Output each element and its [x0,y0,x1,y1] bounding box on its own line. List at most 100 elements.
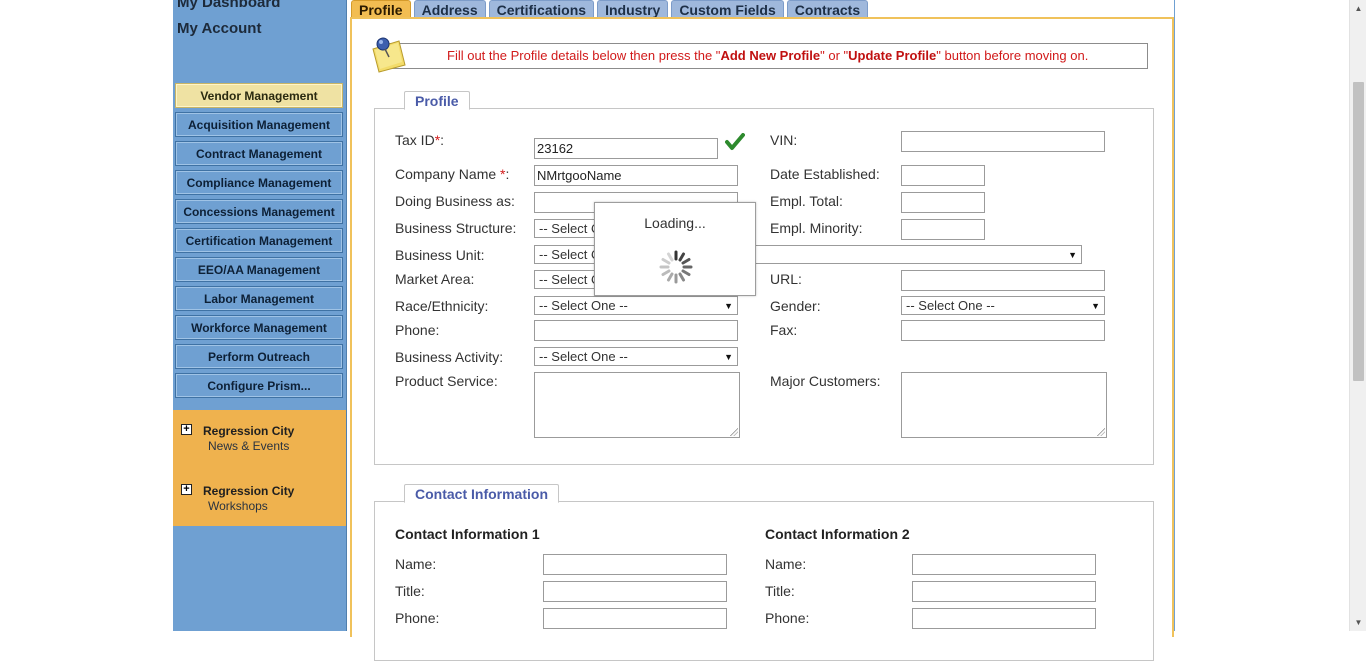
date-established-label: Date Established: [770,166,880,182]
business-activity-select[interactable]: -- Select One -- ▼ [534,347,738,366]
news-item-subtitle[interactable]: News & Events [208,439,289,453]
url-input[interactable] [901,270,1105,291]
tab-contracts[interactable]: Contracts [786,0,869,18]
nav-concessions-management[interactable]: Concessions Management [175,199,343,224]
race-ethnicity-select[interactable]: -- Select One -- ▼ [534,296,738,315]
nav-configure-prism[interactable]: Configure Prism... [175,373,343,398]
resize-grip-icon[interactable] [1097,428,1105,436]
business-structure-value: -- Select O [539,221,602,236]
doing-business-as-label: Doing Business as: [395,193,515,209]
date-established-input[interactable] [901,165,985,186]
major-customers-label: Major Customers: [770,373,881,389]
vin-label: VIN: [770,132,798,148]
notice-prefix: Fill out the Profile details below then … [447,48,721,63]
chevron-down-icon: ▼ [1091,301,1100,311]
market-area-value: -- Select O [539,272,602,287]
product-service-textarea[interactable] [534,372,740,438]
business-activity-label: Business Activity: [395,349,504,365]
contact-information-legend: Contact Information [404,484,559,503]
empl-minority-input[interactable] [901,219,985,240]
contact-1-phone-input[interactable] [543,608,727,629]
notice-update-profile: Update Profile [848,48,937,63]
notice-add-new-profile: Add New Profile [720,48,821,63]
loading-dialog: Loading... [594,202,756,296]
chevron-down-icon: ▼ [724,352,733,362]
page-scrollbar[interactable]: ▲ ▼ [1349,0,1366,631]
phone-input[interactable] [534,320,738,341]
notice-suffix: " button before moving on. [936,48,1089,63]
major-customers-textarea[interactable] [901,372,1107,438]
tab-industry[interactable]: Industry [597,0,669,18]
contact-2-title-label: Title: [765,583,795,599]
race-ethnicity-value: -- Select One -- [539,298,628,313]
tab-custom-fields[interactable]: Custom Fields [671,0,784,18]
tab-profile[interactable]: Profile [351,0,411,18]
news-item-title[interactable]: Regression City [203,424,294,438]
plus-box-icon[interactable]: + [181,484,192,495]
tax-id-colon: : [440,132,445,148]
company-name-label-text: Company Name [395,166,501,182]
nav-vendor-management[interactable]: Vendor Management [175,83,343,108]
business-activity-value: -- Select One -- [539,349,628,364]
news-item-subtitle[interactable]: Workshops [208,499,268,513]
scrollbar-thumb[interactable] [1353,82,1364,381]
tax-id-label-text: Tax ID [395,132,435,148]
my-account-link[interactable]: My Account [177,20,261,37]
contact-2-phone-input[interactable] [912,608,1096,629]
tab-bar: Profile Address Certifications Industry … [351,0,869,18]
nav-acquisition-management[interactable]: Acquisition Management [175,112,343,137]
instruction-notice: Fill out the Profile details below then … [383,43,1148,69]
business-unit-label: Business Unit: [395,247,485,263]
contact-1-title-label: Title: [395,583,425,599]
contact-2-phone-label: Phone: [765,610,810,626]
empl-total-input[interactable] [901,192,985,213]
contact-information-group: Contact Information Contact Information … [374,484,1154,661]
news-item-title[interactable]: Regression City [203,484,294,498]
fax-input[interactable] [901,320,1105,341]
nav-labor-management[interactable]: Labor Management [175,286,343,311]
main-content: Profile Address Certifications Industry … [347,0,1175,661]
nav-contract-management[interactable]: Contract Management [175,141,343,166]
contact-1-heading: Contact Information 1 [395,526,540,542]
my-dashboard-link[interactable]: My Dashboard [177,0,280,11]
nav-perform-outreach[interactable]: Perform Outreach [175,344,343,369]
profile-legend: Profile [404,91,470,110]
chevron-down-icon: ▼ [724,301,733,311]
empl-minority-label: Empl. Minority: [770,220,863,236]
resize-grip-icon[interactable] [730,428,738,436]
nav-workforce-management[interactable]: Workforce Management [175,315,343,340]
contact-1-title-input[interactable] [543,581,727,602]
nav-certification-management[interactable]: Certification Management [175,228,343,253]
scroll-up-arrow-icon[interactable]: ▲ [1350,0,1366,17]
product-service-label: Product Service: [395,373,498,389]
gender-label: Gender: [770,298,821,314]
scroll-down-arrow-icon[interactable]: ▼ [1350,614,1366,631]
tab-address[interactable]: Address [413,0,486,18]
pushpin-note-icon [372,37,406,73]
company-name-input[interactable]: NMrtgooName [534,165,738,186]
business-structure-label: Business Structure: [395,220,517,236]
empl-total-label: Empl. Total: [770,193,843,209]
contact-1-name-label: Name: [395,556,437,572]
sidebar: My Dashboard My Account Vendor Managemen… [173,0,347,631]
nav-compliance-management[interactable]: Compliance Management [175,170,343,195]
tax-id-input[interactable]: 23162 [534,138,718,159]
phone-label: Phone: [395,322,440,338]
contact-1-name-input[interactable] [543,554,727,575]
loading-text: Loading... [644,215,706,231]
vin-input[interactable] [901,131,1105,152]
chevron-down-icon: ▼ [1068,250,1077,260]
contact-2-heading: Contact Information 2 [765,526,910,542]
nav-eeo-aa-management[interactable]: EEO/AA Management [175,257,343,282]
tax-id-label: Tax ID*: [395,132,444,148]
url-label: URL: [770,271,802,287]
loading-spinner-icon [659,250,693,284]
gender-value: -- Select One -- [906,298,995,313]
contact-2-name-input[interactable] [912,554,1096,575]
business-unit-value: -- Select O [539,247,602,262]
contact-2-title-input[interactable] [912,581,1096,602]
plus-box-icon[interactable]: + [181,424,192,435]
company-name-colon: : [505,166,510,182]
gender-select[interactable]: -- Select One -- ▼ [901,296,1105,315]
tab-certifications[interactable]: Certifications [488,0,595,18]
